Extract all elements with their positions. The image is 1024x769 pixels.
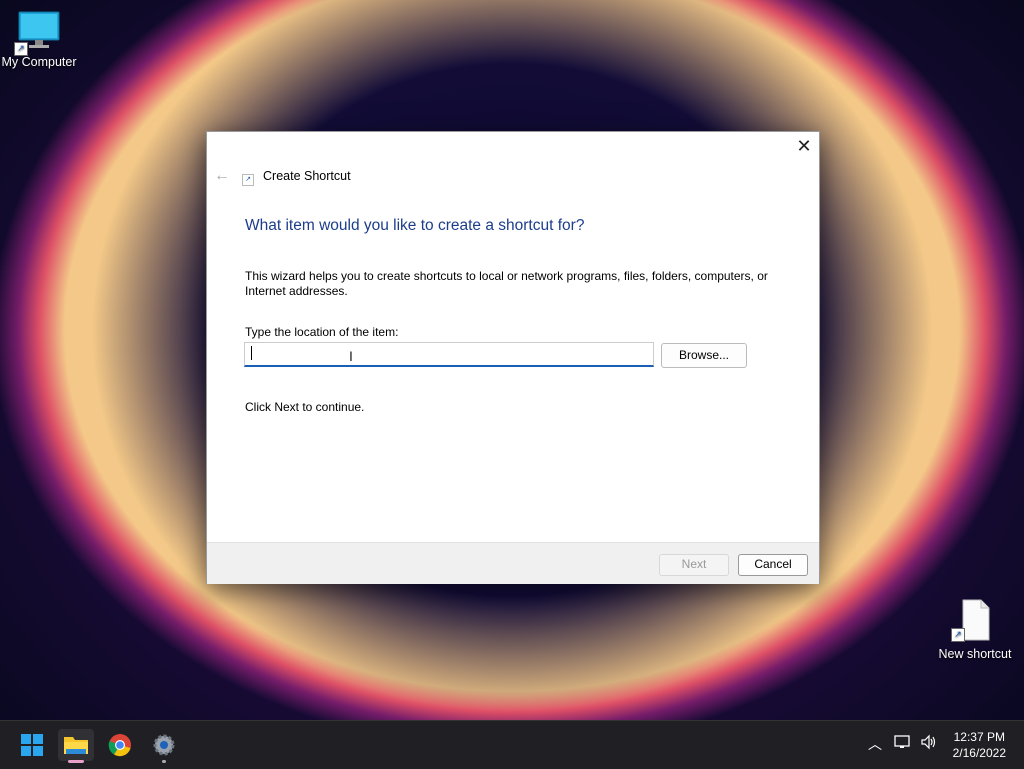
taskbar-file-explorer[interactable] bbox=[58, 729, 94, 763]
text-caret bbox=[251, 346, 252, 360]
chrome-icon bbox=[108, 734, 131, 757]
cancel-button[interactable]: Cancel bbox=[738, 554, 808, 576]
start-button[interactable] bbox=[14, 729, 50, 761]
network-icon[interactable] bbox=[894, 734, 912, 753]
next-button[interactable]: Next bbox=[659, 554, 729, 576]
back-arrow-icon[interactable]: ← bbox=[214, 167, 230, 185]
system-clock[interactable]: 12:37 PM 2/16/2022 bbox=[953, 729, 1006, 761]
ibeam-cursor-icon: I bbox=[349, 348, 353, 364]
shortcut-title-icon: ↗ bbox=[242, 174, 254, 186]
wizard-heading: What item would you like to create a sho… bbox=[245, 217, 585, 234]
clock-date: 2/16/2022 bbox=[952, 746, 1006, 760]
clock-time: 12:37 PM bbox=[953, 730, 1005, 744]
active-indicator bbox=[68, 760, 84, 763]
running-indicator bbox=[162, 760, 166, 763]
folder-icon bbox=[64, 737, 88, 754]
location-label: Type the location of the item: bbox=[245, 325, 399, 339]
taskbar-chrome[interactable] bbox=[102, 729, 138, 761]
desktop-icon-new-shortcut[interactable]: ↗ New shortcut bbox=[930, 598, 1020, 661]
create-shortcut-dialog: ✕ ← ↗ Create Shortcut What item would yo… bbox=[206, 131, 820, 584]
taskbar-settings[interactable] bbox=[146, 729, 182, 763]
show-hidden-icons-chevron-icon[interactable]: ︿ bbox=[868, 734, 882, 754]
dialog-title: Create Shortcut bbox=[263, 169, 351, 183]
shortcut-arrow-icon: ↗ bbox=[14, 42, 28, 56]
taskbar: ︿ 12:37 PM 2/16/2022 bbox=[0, 720, 1024, 769]
close-icon[interactable]: ✕ bbox=[793, 136, 815, 158]
shortcut-arrow-icon: ↗ bbox=[951, 628, 965, 642]
continue-hint: Click Next to continue. bbox=[245, 400, 365, 414]
location-input[interactable] bbox=[244, 342, 654, 367]
settings-gear-icon bbox=[153, 734, 175, 756]
desktop-icon-label: New shortcut bbox=[938, 647, 1012, 661]
volume-icon[interactable] bbox=[920, 734, 938, 753]
windows-logo-icon bbox=[21, 734, 43, 756]
wizard-description: This wizard helps you to create shortcut… bbox=[245, 269, 768, 298]
dialog-footer: Next Cancel bbox=[207, 542, 819, 584]
desktop-icon-my-computer[interactable]: ↗ My Computer bbox=[0, 10, 84, 69]
browse-button[interactable]: Browse... bbox=[661, 343, 747, 368]
desktop-icon-label: My Computer bbox=[1, 55, 77, 69]
